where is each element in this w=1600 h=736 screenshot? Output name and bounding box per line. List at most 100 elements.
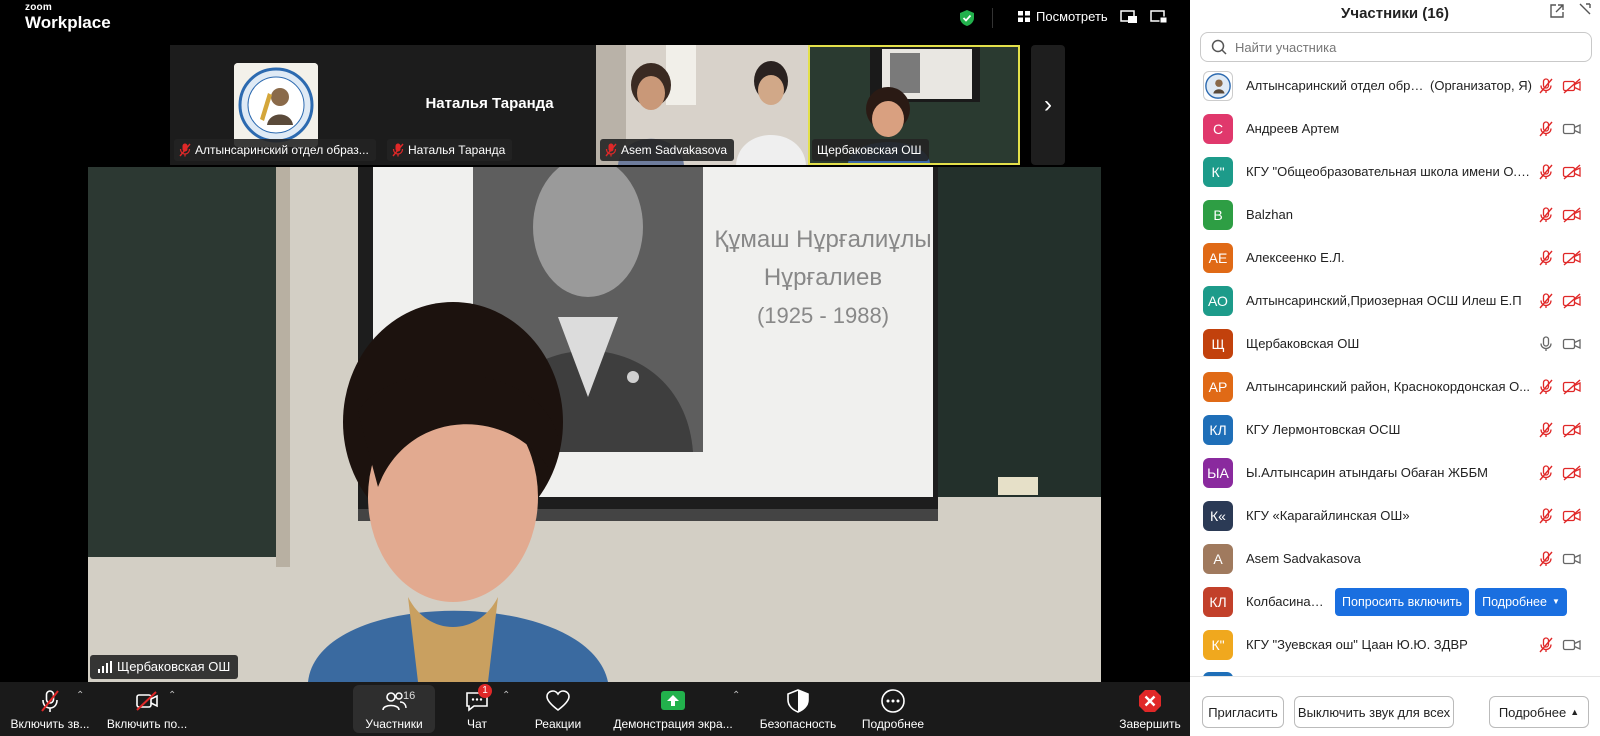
panel-more-button[interactable]: Подробнее ▲ bbox=[1489, 696, 1589, 728]
video-off-icon[interactable] bbox=[1562, 77, 1582, 94]
more-button[interactable]: Подробнее bbox=[855, 682, 931, 736]
participant-row[interactable]: A Asem Sadvakasova bbox=[1190, 537, 1600, 580]
participant-more-button[interactable]: Подробнее ▼ bbox=[1475, 587, 1567, 616]
slide-title-line2: Нұрғалиев bbox=[764, 264, 882, 291]
video-off-icon[interactable] bbox=[1562, 464, 1582, 481]
ask-to-unmute-button[interactable]: Попросить включить bbox=[1335, 587, 1469, 616]
mic-muted-icon[interactable] bbox=[1538, 249, 1554, 266]
caret-up-icon: ▲ bbox=[1570, 707, 1580, 717]
mic-muted-icon bbox=[392, 143, 404, 157]
participant-avatar: A bbox=[1203, 543, 1233, 574]
mic-muted-icon[interactable] bbox=[1538, 378, 1554, 395]
participant-name: Balzhan bbox=[1246, 207, 1293, 222]
participant-row[interactable]: АО Алтынсаринский,Приозерная ОСШ Илеш Е.П bbox=[1190, 279, 1600, 322]
reactions-button[interactable]: Реакции bbox=[525, 682, 591, 736]
mic-muted-icon[interactable] bbox=[1538, 120, 1554, 137]
invite-button[interactable]: Пригласить bbox=[1202, 696, 1284, 728]
video-tile[interactable]: Наталья Таранда Наталья Таранда bbox=[383, 45, 596, 165]
video-off-icon[interactable] bbox=[1562, 421, 1582, 438]
video-off-icon[interactable] bbox=[1562, 292, 1582, 309]
participant-row[interactable]: С Андреев Артем bbox=[1190, 107, 1600, 150]
caret-down-icon: ▼ bbox=[1551, 597, 1560, 606]
participant-avatar bbox=[1203, 70, 1233, 101]
main-speaker-video[interactable]: Құмаш Нұрғалиұлы Нұрғалиев (1925 - 1988) bbox=[88, 167, 1101, 682]
mic-on-icon[interactable] bbox=[1538, 335, 1554, 352]
grid-view-icon bbox=[1018, 11, 1030, 22]
encryption-shield-icon[interactable] bbox=[960, 10, 974, 26]
mic-muted-icon[interactable] bbox=[1538, 421, 1554, 438]
video-off-icon[interactable] bbox=[1562, 249, 1582, 266]
video-on-icon[interactable] bbox=[1562, 551, 1582, 567]
video-on-icon[interactable] bbox=[1562, 336, 1582, 352]
video-off-icon bbox=[136, 690, 158, 711]
participant-row[interactable]: К" КГУ "Общеобразовательная школа имени О… bbox=[1190, 150, 1600, 193]
picture-in-picture-icon[interactable] bbox=[1120, 10, 1138, 24]
panel-more-label: Подробнее bbox=[1498, 704, 1567, 720]
participant-row[interactable]: К« КГУ «Карагайлинская ОШ» bbox=[1190, 494, 1600, 537]
video-off-icon[interactable] bbox=[1562, 163, 1582, 180]
participant-search[interactable] bbox=[1200, 32, 1592, 62]
view-button[interactable]: Посмотреть bbox=[1018, 9, 1108, 24]
video-off-icon[interactable] bbox=[1562, 507, 1582, 524]
logo-line2: Workplace bbox=[25, 13, 111, 32]
participant-row[interactable]: АР Алтынсаринский район, Краснокордонская… bbox=[1190, 365, 1600, 408]
mic-muted-icon[interactable] bbox=[1538, 550, 1554, 567]
search-input[interactable] bbox=[1235, 39, 1585, 55]
chevron-right-icon: › bbox=[1044, 91, 1052, 118]
start-video-button[interactable]: Включить по... bbox=[100, 682, 194, 736]
share-options-caret-icon[interactable]: ⌃ bbox=[732, 690, 740, 701]
search-icon bbox=[1211, 39, 1227, 55]
participants-button[interactable]: Участники 16 bbox=[353, 685, 435, 733]
collapse-panel-icon[interactable] bbox=[1578, 2, 1592, 16]
participant-row[interactable]: B Balzhan bbox=[1190, 193, 1600, 236]
security-button[interactable]: Безопасность bbox=[754, 682, 842, 736]
video-tile[interactable]: Asem Sadvakasova bbox=[596, 45, 808, 165]
mic-muted-icon[interactable] bbox=[1538, 163, 1554, 180]
audio-options-caret-icon[interactable]: ⌃ bbox=[76, 690, 84, 701]
participant-avatar: АР bbox=[1203, 371, 1233, 402]
end-meeting-button[interactable]: Завершить bbox=[1110, 682, 1190, 736]
participant-row[interactable]: Щ Щербаковская ОШ bbox=[1190, 322, 1600, 365]
video-tile[interactable]: Алтынсаринский отдел образ... bbox=[170, 45, 383, 165]
participant-avatar: ЫА bbox=[1203, 457, 1233, 488]
chat-options-caret-icon[interactable]: ⌃ bbox=[502, 690, 510, 701]
participant-row[interactable]: АЕ Алексеенко Е.Л. bbox=[1190, 236, 1600, 279]
signal-strength-icon bbox=[98, 661, 112, 673]
chat-button[interactable]: Чат bbox=[455, 682, 499, 736]
next-page-button[interactable]: › bbox=[1031, 45, 1065, 165]
video-tile-name: Наталья Таранда bbox=[387, 139, 513, 161]
pop-out-icon[interactable] bbox=[1550, 4, 1564, 18]
meeting-area: zoom Workplace Посмотреть Алтынсаринский… bbox=[0, 0, 1190, 736]
participants-label: Участники bbox=[365, 716, 423, 731]
share-screen-button[interactable]: Демонстрация экра... bbox=[608, 682, 738, 736]
mic-muted-icon[interactable] bbox=[1538, 464, 1554, 481]
participant-row[interactable]: Алтынсаринский отдел образ... (Организато… bbox=[1190, 64, 1600, 107]
mic-muted-icon[interactable] bbox=[1538, 636, 1554, 653]
video-off-icon[interactable] bbox=[1562, 206, 1582, 223]
participant-row[interactable]: К" КГУ "Зуевская ош" Цаан Ю.Ю. ЗДВР bbox=[1190, 623, 1600, 666]
participant-row[interactable]: КЛ КГУ Лермонтовская ОСШ bbox=[1190, 408, 1600, 451]
video-tile-active-speaker[interactable]: Щербаковская ОШ bbox=[808, 45, 1020, 165]
participant-name: Щербаковская ОШ bbox=[1246, 336, 1360, 351]
participant-name: Asem Sadvakasova bbox=[1246, 551, 1361, 566]
fullscreen-window-icon[interactable] bbox=[1150, 10, 1168, 24]
participant-row[interactable]: ЫА Ы.Алтынсарин атындағы Обаған ЖББМ bbox=[1190, 451, 1600, 494]
video-on-icon[interactable] bbox=[1562, 637, 1582, 653]
mic-muted-icon[interactable] bbox=[1538, 206, 1554, 223]
end-meeting-icon bbox=[1139, 689, 1161, 712]
meeting-topbar: zoom Workplace Посмотреть bbox=[0, 0, 1190, 40]
school-logo-icon bbox=[234, 63, 318, 147]
mic-muted-icon[interactable] bbox=[1538, 507, 1554, 524]
video-off-icon[interactable] bbox=[1562, 378, 1582, 395]
mute-all-button[interactable]: Выключить звук для всех bbox=[1294, 696, 1454, 728]
participant-avatar: Щ bbox=[1203, 328, 1233, 359]
participant-avatar: К" bbox=[1203, 156, 1233, 187]
video-on-icon[interactable] bbox=[1562, 121, 1582, 137]
participant-name: Алтынсаринский отдел образ... bbox=[1246, 78, 1426, 93]
video-options-caret-icon[interactable]: ⌃ bbox=[168, 690, 176, 701]
participant-row[interactable]: КЛ Колбасина Л... Попросить включить Подроб… bbox=[1190, 580, 1600, 623]
mic-muted-icon[interactable] bbox=[1538, 77, 1554, 94]
logo-line1: zoom bbox=[25, 2, 52, 13]
mic-muted-icon[interactable] bbox=[1538, 292, 1554, 309]
view-button-label: Посмотреть bbox=[1036, 9, 1108, 24]
